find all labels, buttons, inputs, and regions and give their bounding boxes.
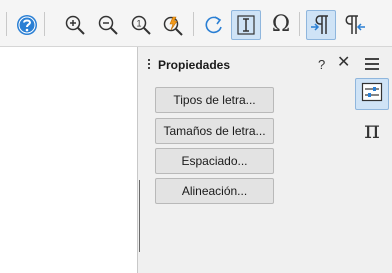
- redo-icon: [203, 14, 225, 36]
- toolbar-separator: [193, 12, 194, 36]
- zoom-100-icon: 1: [130, 14, 152, 36]
- properties-icon: [361, 82, 383, 107]
- omega-icon: Ω: [271, 12, 291, 37]
- panel-grip-icon[interactable]: [148, 59, 151, 73]
- zoom-pan-icon: [162, 14, 184, 36]
- panel-title: Propiedades: [158, 58, 231, 72]
- spacing-button[interactable]: Espaciado...: [155, 148, 274, 174]
- formatting-marks-button[interactable]: [306, 10, 336, 40]
- deck-tab-properties[interactable]: [355, 78, 389, 110]
- text-cursor-icon: [235, 14, 257, 36]
- document-canvas[interactable]: [0, 47, 138, 273]
- zoom-out-icon: [97, 14, 119, 36]
- pilcrow-insert-icon: [344, 13, 366, 37]
- deck-tab-elements[interactable]: π: [355, 114, 389, 146]
- zoom-100-button[interactable]: 1: [126, 10, 156, 40]
- toolbar-separator: [6, 12, 7, 36]
- sidebar-deck-tabbar: π: [352, 47, 392, 273]
- zoom-in-icon: [64, 14, 86, 36]
- alignment-button[interactable]: Alineación...: [155, 178, 274, 204]
- fonts-button[interactable]: Tipos de letra...: [155, 87, 274, 113]
- deck-menu-icon[interactable]: [365, 58, 379, 73]
- panel-close-button[interactable]: ✕: [337, 55, 350, 71]
- zoom-out-button[interactable]: [93, 10, 123, 40]
- formatting-marks-insert-button[interactable]: [340, 10, 370, 40]
- panel-help-button[interactable]: ?: [318, 57, 325, 72]
- properties-panel: Propiedades ? ✕ Tipos de letra... Tamaño…: [140, 47, 352, 273]
- help-button[interactable]: [12, 10, 42, 40]
- toolbar-separator: [44, 12, 45, 36]
- redo-button[interactable]: [199, 10, 229, 40]
- zoom-in-button[interactable]: [60, 10, 90, 40]
- toolbar-separator: [299, 12, 300, 36]
- zoom-pan-button[interactable]: [158, 10, 188, 40]
- font-sizes-button[interactable]: Tamaños de letra...: [155, 118, 274, 144]
- formula-elements-icon: π: [364, 116, 380, 144]
- text-cursor-button[interactable]: [231, 10, 261, 40]
- zoom-100-label: 1: [136, 19, 141, 29]
- special-character-button[interactable]: Ω: [266, 10, 296, 40]
- help-icon: [16, 14, 38, 36]
- pilcrow-icon: [310, 13, 332, 37]
- toolbar: 1 Ω: [0, 0, 392, 47]
